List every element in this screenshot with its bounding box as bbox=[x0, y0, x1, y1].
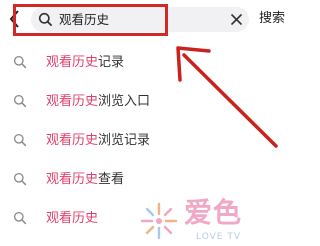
suggestion-match: 观看历史 bbox=[46, 55, 99, 70]
search-icon bbox=[13, 55, 27, 69]
suggestion-text: 观看历史查看 bbox=[46, 170, 124, 189]
suggestion-item[interactable]: 观看历史记录 bbox=[0, 44, 300, 83]
flower-logo-icon bbox=[140, 202, 178, 240]
search-icon bbox=[13, 172, 27, 186]
suggestion-rest: 浏览记录 bbox=[98, 133, 151, 148]
suggestion-rest: 记录 bbox=[98, 55, 125, 70]
annotation-highlight-box bbox=[13, 4, 168, 36]
suggestion-text: 观看历史 bbox=[46, 209, 98, 228]
suggestion-match: 观看历史 bbox=[46, 133, 99, 148]
suggestion-text: 观看历史记录 bbox=[46, 53, 124, 72]
search-icon bbox=[13, 133, 27, 147]
search-header: 观看历史 搜索 bbox=[0, 0, 300, 40]
suggestion-item[interactable]: 观看历史浏览入口 bbox=[0, 83, 300, 122]
suggestion-match: 观看历史 bbox=[46, 94, 99, 109]
watermark-text: 爱色 bbox=[184, 196, 243, 229]
suggestion-rest: 查看 bbox=[98, 172, 125, 187]
search-button[interactable]: 搜索 bbox=[259, 9, 285, 29]
suggestion-text: 观看历史浏览入口 bbox=[46, 92, 150, 111]
watermark-subtext: LOVE TV bbox=[196, 232, 241, 242]
search-icon bbox=[13, 211, 27, 225]
search-icon bbox=[13, 94, 27, 108]
suggestion-item[interactable]: 观看历史浏览记录 bbox=[0, 122, 300, 161]
suggestion-item[interactable]: 观看历史查看 bbox=[0, 161, 300, 200]
suggestion-rest: 浏览入口 bbox=[98, 94, 151, 109]
close-icon[interactable] bbox=[229, 12, 244, 27]
watermark-logo: 爱色 LOVE TV bbox=[138, 196, 258, 246]
suggestion-match: 观看历史 bbox=[46, 211, 99, 226]
suggestion-match: 观看历史 bbox=[46, 172, 99, 187]
suggestion-text: 观看历史浏览记录 bbox=[46, 131, 150, 150]
